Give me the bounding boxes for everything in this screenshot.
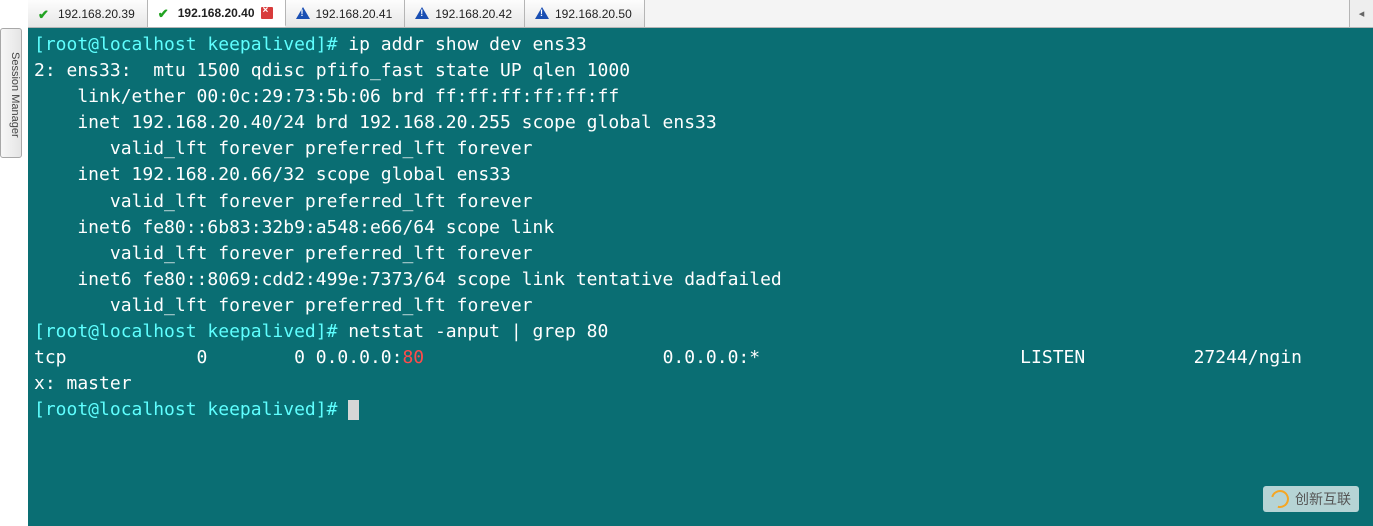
check-icon [158,6,172,20]
terminal-cursor [348,400,359,420]
watermark: 创新互联 [1263,486,1359,512]
tab-scroll-left-button[interactable] [1349,0,1373,27]
terminal-output[interactable]: [root@localhost keepalived]# ip addr sho… [28,28,1373,526]
connection-tab[interactable]: 192.168.20.39 [28,0,148,27]
connection-tab-label: 192.168.20.50 [555,7,632,21]
watermark-logo-icon [1268,487,1293,512]
warning-icon [535,7,549,21]
connection-tab-label: 192.168.20.41 [316,7,393,21]
connection-tab[interactable]: 192.168.20.40 [148,0,286,27]
connection-tab[interactable]: 192.168.20.50 [525,0,645,27]
connection-tab[interactable]: 192.168.20.41 [286,0,406,27]
session-manager-tab[interactable]: Session Manager [0,28,22,158]
watermark-text: 创新互联 [1295,489,1351,509]
connection-tab[interactable]: 192.168.20.42 [405,0,525,27]
connection-tab-label: 192.168.20.39 [58,7,135,21]
close-icon[interactable] [261,7,273,19]
connection-tab-label: 192.168.20.42 [435,7,512,21]
connection-tab-label: 192.168.20.40 [178,6,255,20]
connection-tab-bar: 192.168.20.39 192.168.20.40 192.168.20.41 1… [28,0,1373,28]
warning-icon [415,7,429,21]
warning-icon [296,7,310,21]
check-icon [38,7,52,21]
